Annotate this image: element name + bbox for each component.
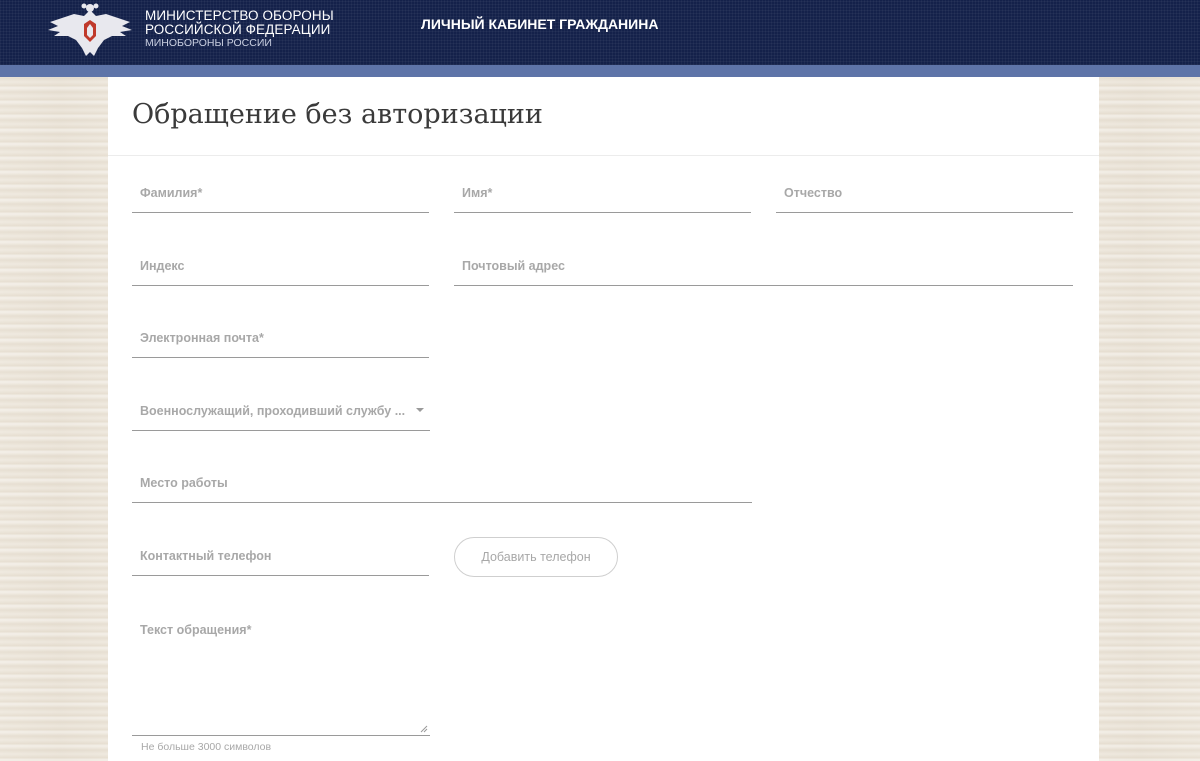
- surname-label: Фамилия*: [140, 186, 203, 200]
- postal-index-field[interactable]: Индекс: [132, 244, 429, 286]
- double-headed-eagle-emblem-icon[interactable]: [44, 2, 136, 60]
- appeal-text-textarea[interactable]: Текст обращения*: [132, 607, 430, 736]
- appeal-text-label: Текст обращения*: [140, 623, 252, 637]
- chevron-down-icon[interactable]: [416, 408, 424, 412]
- postal-address-field[interactable]: Почтовый адрес: [454, 244, 1073, 286]
- org-name-line1: МИНИСТЕРСТВО ОБОРОНЫ: [145, 8, 334, 23]
- resize-grip-icon[interactable]: [420, 725, 428, 733]
- page-title: Обращение без авторизации: [132, 99, 543, 130]
- workplace-field[interactable]: Место работы: [132, 462, 752, 503]
- personal-cabinet-link[interactable]: ЛИЧНЫЙ КАБИНЕТ ГРАЖДАНИНА: [421, 16, 658, 32]
- character-limit-hint: Не больше 3000 символов: [141, 741, 272, 753]
- email-label: Электронная почта*: [140, 331, 264, 345]
- org-name-short: МИНОБОРОНЫ РОССИИ: [145, 37, 272, 49]
- name-field[interactable]: Имя*: [454, 171, 751, 213]
- contact-phone-label: Контактный телефон: [140, 549, 272, 563]
- postal-index-label: Индекс: [140, 259, 185, 273]
- contact-phone-field[interactable]: Контактный телефон: [132, 534, 429, 576]
- add-phone-button[interactable]: Добавить телефон: [454, 537, 618, 577]
- patronymic-field[interactable]: Отчество: [776, 171, 1073, 213]
- postal-address-label: Почтовый адрес: [462, 259, 565, 273]
- category-select-label: Военнослужащий, проходивший службу ...: [140, 404, 406, 418]
- title-divider: [108, 155, 1099, 156]
- email-field[interactable]: Электронная почта*: [132, 317, 429, 358]
- category-select[interactable]: Военнослужащий, проходивший службу ...: [132, 389, 430, 431]
- surname-field[interactable]: Фамилия*: [132, 171, 429, 213]
- org-name-line2: РОССИЙСКОЙ ФЕДЕРАЦИИ: [145, 22, 331, 37]
- header-stripe: [0, 65, 1200, 77]
- site-header: МИНИСТЕРСТВО ОБОРОНЫ РОССИЙСКОЙ ФЕДЕРАЦИ…: [0, 0, 1200, 65]
- appeal-form-card: Обращение без авторизации Фамилия* Имя* …: [108, 77, 1099, 761]
- name-label: Имя*: [462, 186, 493, 200]
- patronymic-label: Отчество: [784, 186, 843, 200]
- organization-name[interactable]: МИНИСТЕРСТВО ОБОРОНЫ РОССИЙСКОЙ ФЕДЕРАЦИ…: [145, 9, 334, 50]
- workplace-label: Место работы: [140, 476, 228, 490]
